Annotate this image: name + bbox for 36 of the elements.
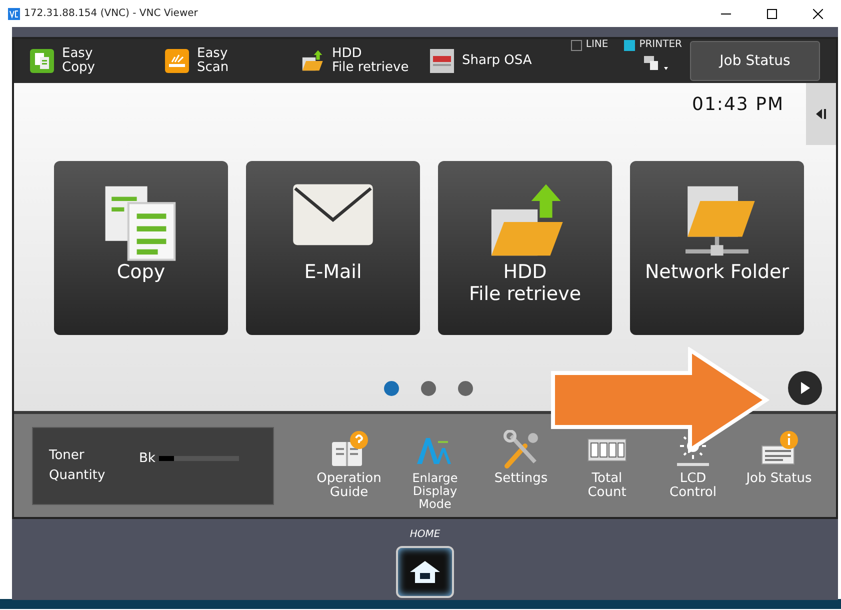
next-page-button[interactable] xyxy=(788,371,822,405)
indicator-label: LINE xyxy=(586,40,608,50)
scanner-icon xyxy=(165,49,189,73)
home-button[interactable] xyxy=(396,546,454,598)
tool-button[interactable]: Enlarge Display Mode xyxy=(392,428,478,512)
shortcut-button[interactable]: Easy Scan xyxy=(165,47,300,75)
shortcut-button[interactable]: HDD File retrieve xyxy=(300,47,430,75)
page-dot[interactable] xyxy=(384,380,399,396)
page-dot[interactable] xyxy=(421,380,436,396)
clock: 01:43 PM xyxy=(692,93,784,117)
application-icon xyxy=(430,49,454,73)
folder-upload-icon xyxy=(300,49,324,73)
job-status-button[interactable]: Job Status xyxy=(690,41,820,81)
tool-button[interactable]: Operation Guide xyxy=(306,428,392,500)
window-title: 172.31.88.154 (VNC) - VNC Viewer xyxy=(24,7,198,21)
documents-icon xyxy=(30,49,54,73)
home-icon xyxy=(409,560,441,584)
toner-color-label: Bk xyxy=(139,450,156,468)
function-tile[interactable]: E-Mail xyxy=(246,161,420,335)
counter-icon xyxy=(587,438,627,462)
shortcut-button[interactable]: Easy Copy xyxy=(30,47,165,75)
app-icon xyxy=(8,8,20,20)
function-tile[interactable]: Copy xyxy=(54,161,228,335)
home-label: HOME xyxy=(410,528,440,542)
wrench-screwdriver-icon xyxy=(501,430,541,470)
function-tile[interactable]: Network Folder xyxy=(630,161,804,335)
collapse-icon xyxy=(815,108,827,120)
shortcut-button[interactable]: Sharp OSA xyxy=(430,49,555,73)
indicator-label: PRINTER xyxy=(639,40,682,50)
play-icon xyxy=(800,382,810,394)
function-tile[interactable]: HDD File retrieve xyxy=(438,161,612,335)
page-dot[interactable] xyxy=(458,380,473,396)
toner-label: Toner Quantity xyxy=(49,447,106,484)
side-panel-tab[interactable] xyxy=(806,83,836,145)
tool-button[interactable]: Job Status xyxy=(736,428,822,486)
tool-button[interactable]: Settings xyxy=(478,428,564,486)
